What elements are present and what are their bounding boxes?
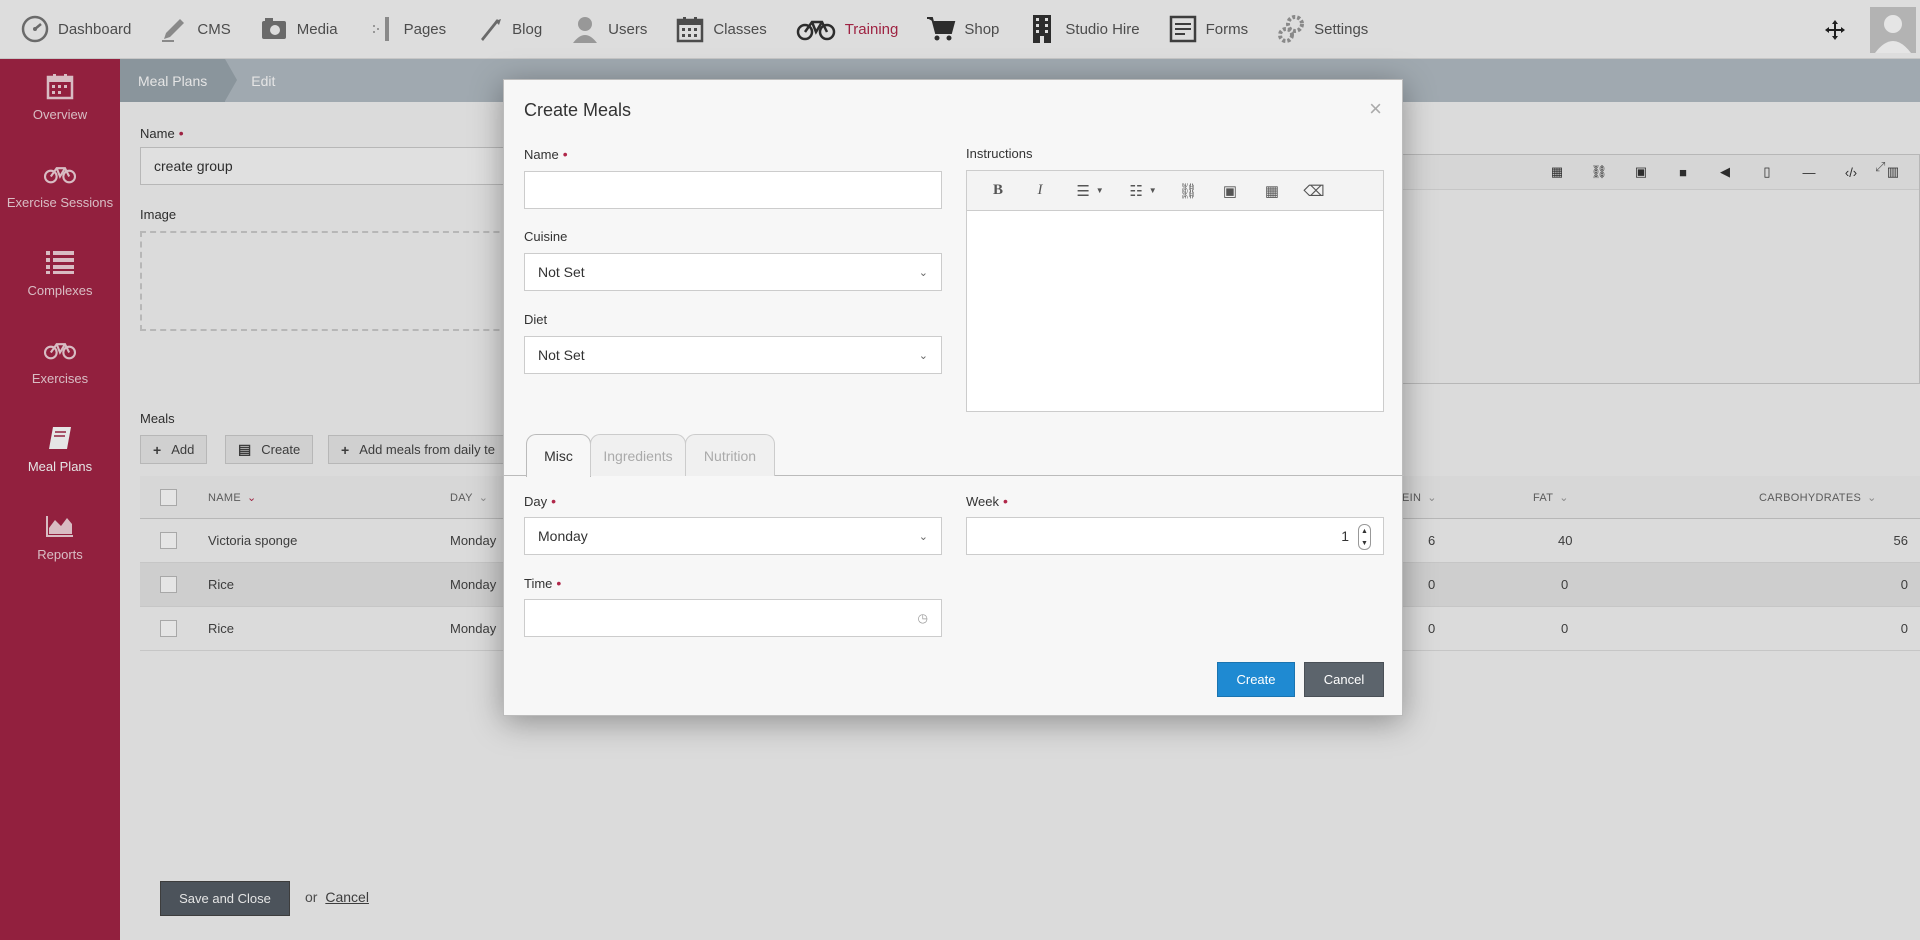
day-label: Day • bbox=[524, 493, 557, 509]
instructions-textarea[interactable] bbox=[967, 211, 1383, 411]
caret-down-icon: ▼ bbox=[1148, 186, 1157, 195]
week-number-input[interactable]: 1 ▲ ▼ bbox=[966, 517, 1384, 555]
tab-nutrition[interactable]: Nutrition bbox=[685, 434, 775, 476]
table-icon[interactable]: ▦ bbox=[1251, 176, 1293, 206]
cuisine-select[interactable]: Not Set ⌄ bbox=[524, 253, 942, 291]
link-icon[interactable]: ⛓ bbox=[1167, 176, 1209, 206]
meal-name-label: Name • bbox=[524, 146, 568, 162]
create-button[interactable]: Create bbox=[1217, 662, 1295, 697]
tab-ingredients[interactable]: Ingredients bbox=[590, 434, 686, 476]
editor-toolbar: B I ☰ ▼ ☷ ▼ ⛓ ▣ ▦ ⌫ bbox=[967, 171, 1383, 211]
tab-misc[interactable]: Misc bbox=[526, 434, 591, 477]
instructions-label: Instructions bbox=[966, 146, 1033, 161]
italic-icon[interactable]: I bbox=[1019, 176, 1061, 206]
diet-label: Diet bbox=[524, 312, 548, 327]
number-spinner-icon[interactable]: ▲ ▼ bbox=[1358, 524, 1371, 550]
instructions-editor: B I ☰ ▼ ☷ ▼ ⛓ ▣ ▦ ⌫ bbox=[966, 170, 1384, 412]
cuisine-label: Cuisine bbox=[524, 229, 568, 244]
day-value: Monday bbox=[538, 528, 588, 544]
modal-tabs: Misc Ingredients Nutrition bbox=[504, 434, 1404, 477]
day-select[interactable]: Monday ⌄ bbox=[524, 517, 942, 555]
caret-down-icon: ▼ bbox=[1095, 186, 1104, 195]
diet-value: Not Set bbox=[538, 347, 585, 363]
time-label: Time • bbox=[524, 575, 562, 591]
clock-icon: ◷ bbox=[917, 611, 928, 625]
time-input[interactable]: ◷ bbox=[524, 599, 942, 637]
week-value: 1 bbox=[1341, 528, 1349, 544]
meal-name-input[interactable] bbox=[524, 171, 942, 209]
chevron-down-icon: ⌄ bbox=[918, 349, 928, 362]
modal-title: Create Meals bbox=[524, 100, 632, 120]
ordered-list-icon[interactable]: ☰ ▼ bbox=[1061, 176, 1119, 206]
chevron-down-icon: ⌄ bbox=[918, 530, 928, 543]
close-icon[interactable]: × bbox=[1369, 96, 1382, 122]
cancel-button[interactable]: Cancel bbox=[1304, 662, 1384, 697]
unordered-list-icon[interactable]: ☷ ▼ bbox=[1119, 176, 1167, 206]
cuisine-value: Not Set bbox=[538, 264, 585, 280]
image-icon[interactable]: ▣ bbox=[1209, 176, 1251, 206]
diet-select[interactable]: Not Set ⌄ bbox=[524, 336, 942, 374]
chevron-down-icon: ⌄ bbox=[918, 266, 928, 279]
eraser-icon[interactable]: ⌫ bbox=[1293, 176, 1335, 206]
bold-icon[interactable]: B bbox=[977, 176, 1019, 206]
create-meals-modal: Create Meals × Name • Cuisine Not Set ⌄ D… bbox=[503, 79, 1404, 716]
week-label: Week • bbox=[966, 493, 1008, 509]
